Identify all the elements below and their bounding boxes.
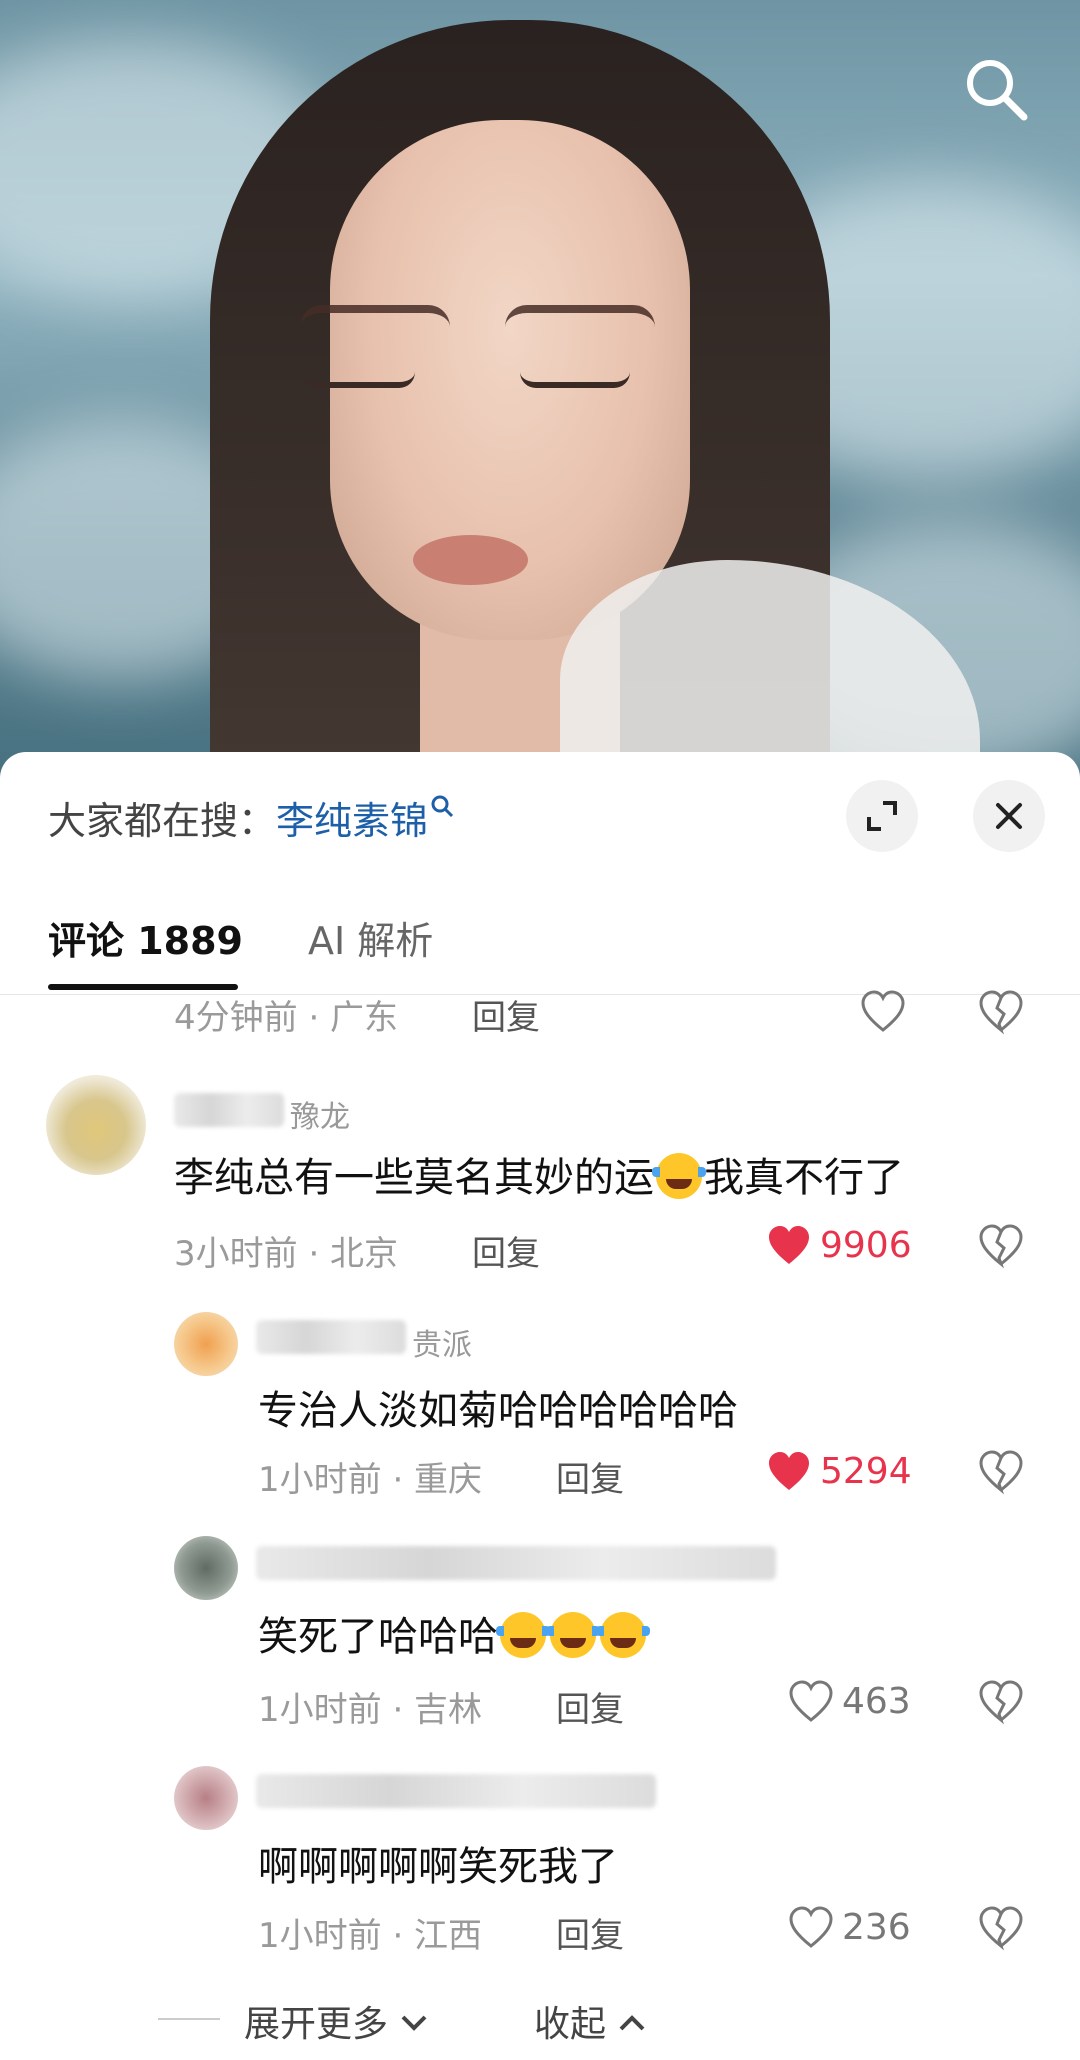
broken-heart-icon[interactable] xyxy=(978,1680,1024,1726)
chevron-down-icon xyxy=(402,2015,427,2031)
heart-filled-icon xyxy=(769,1226,809,1264)
username-blurred xyxy=(256,1774,656,1808)
hot-search-bar[interactable]: 大家都在搜：李纯素锦 xyxy=(48,790,456,845)
username-visible[interactable]: 贵派 xyxy=(412,1320,472,1364)
like-count: 9906 xyxy=(820,1224,912,1266)
avatar[interactable] xyxy=(174,1766,238,1830)
tab-comments[interactable]: 评论 1889 xyxy=(48,910,243,965)
like-button[interactable]: 236 xyxy=(788,1906,911,1948)
comment-meta: 1小时前 · 吉林 xyxy=(258,1690,483,1730)
like-count: 463 xyxy=(842,1680,911,1722)
laugh-cry-emoji xyxy=(596,1612,650,1658)
comment-meta: 1小时前 · 江西 xyxy=(258,1916,483,1956)
like-button[interactable]: 463 xyxy=(788,1680,911,1722)
search-icon[interactable] xyxy=(962,55,1032,125)
avatar[interactable] xyxy=(174,1312,238,1376)
laugh-cry-emoji xyxy=(652,1153,706,1199)
like-count: 236 xyxy=(842,1906,911,1948)
heart-icon xyxy=(789,1680,833,1722)
comment-text: 啊啊啊啊啊笑死我了 xyxy=(258,1844,618,1890)
footer-divider xyxy=(158,2018,220,2020)
comment-meta: 4分钟前 · 广东 xyxy=(174,998,399,1038)
expand-button[interactable] xyxy=(846,780,918,852)
collapse-button[interactable]: 收起 xyxy=(534,1995,647,2047)
like-button[interactable]: 9906 xyxy=(766,1224,912,1266)
expand-icon xyxy=(867,801,897,831)
broken-heart-icon[interactable] xyxy=(978,1906,1024,1952)
laugh-cry-emoji xyxy=(496,1612,550,1658)
like-button[interactable]: 5294 xyxy=(766,1450,912,1492)
chevron-up-icon xyxy=(620,2015,645,2031)
expand-more-button[interactable]: 展开更多 xyxy=(244,1995,429,2047)
hot-search-label: 大家都在搜： xyxy=(48,799,277,843)
broken-heart-icon[interactable] xyxy=(978,1450,1024,1496)
avatar[interactable] xyxy=(174,1536,238,1600)
comment-meta: 1小时前 · 重庆 xyxy=(258,1460,483,1500)
username-blurred xyxy=(256,1546,776,1580)
comment-text: 李纯总有一些莫名其妙的运 我真不行了 xyxy=(174,1153,904,1201)
username-blurred xyxy=(174,1093,284,1127)
heart-icon xyxy=(789,1906,833,1948)
small-search-icon xyxy=(431,795,454,818)
comment-meta: 3小时前 · 北京 xyxy=(174,1234,399,1274)
broken-heart-icon[interactable] xyxy=(978,1224,1024,1270)
heart-icon[interactable] xyxy=(860,990,906,1036)
video-player[interactable] xyxy=(0,0,1080,790)
reply-button[interactable]: 回复 xyxy=(556,1908,624,1957)
avatar[interactable] xyxy=(46,1075,146,1175)
broken-heart-icon[interactable] xyxy=(978,990,1024,1036)
laugh-cry-emoji xyxy=(546,1612,600,1658)
like-count: 5294 xyxy=(820,1450,912,1492)
tab-ai-analysis[interactable]: AI 解析 xyxy=(308,910,433,965)
close-button[interactable] xyxy=(973,780,1045,852)
comment-text: 笑死了哈哈哈 xyxy=(258,1604,650,1662)
close-icon xyxy=(996,803,1022,829)
heart-filled-icon xyxy=(769,1452,809,1490)
reply-button[interactable]: 回复 xyxy=(472,990,540,1039)
reply-button[interactable]: 回复 xyxy=(472,1226,540,1275)
username-blurred xyxy=(256,1320,406,1354)
username-visible[interactable]: 豫龙 xyxy=(290,1092,350,1136)
hot-search-term[interactable]: 李纯素锦 xyxy=(276,799,428,843)
reply-button[interactable]: 回复 xyxy=(556,1682,624,1731)
reply-button[interactable]: 回复 xyxy=(556,1452,624,1501)
comment-text: 专治人淡如菊哈哈哈哈哈哈 xyxy=(258,1388,738,1434)
